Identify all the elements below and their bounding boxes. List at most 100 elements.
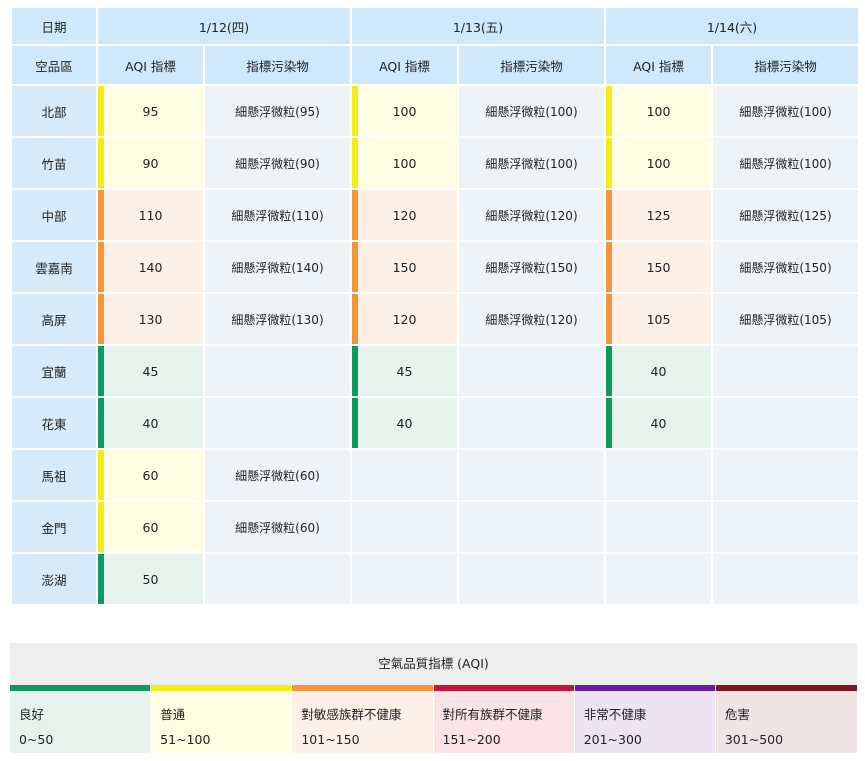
aqi-value-cell [606, 450, 711, 500]
table-row: 金門 60 細懸浮微粒(60) [12, 502, 858, 552]
region-name: 雲嘉南 [12, 242, 96, 292]
region-name: 北部 [12, 86, 96, 136]
aqi-value-cell: 60 [98, 502, 203, 552]
pollutant-text: 細懸浮微粒(100) [485, 156, 578, 171]
aqi-value-cell: 130 [98, 294, 203, 344]
aqi-value: 40 [142, 415, 159, 431]
table-row: 宜蘭 45 45 40 [12, 346, 858, 396]
aqi-value-cell [352, 450, 457, 500]
pollutant-cell [713, 398, 858, 448]
column-header-row: 空品區 AQI 指標 指標污染物 AQI 指標 指標污染物 AQI 指標 指標污… [12, 46, 858, 84]
pollutant-cell: 細懸浮微粒(100) [459, 138, 604, 188]
pollutant-column-header: 指標污染物 [205, 46, 350, 84]
aqi-value-cell: 140 [98, 242, 203, 292]
aqi-value-cell: 120 [352, 190, 457, 240]
aqi-value-cell: 100 [606, 138, 711, 188]
pollutant-cell: 細懸浮微粒(110) [205, 190, 350, 240]
pollutant-cell [713, 450, 858, 500]
aqi-forecast-table: 日期 1/12(四) 1/13(五) 1/14(六) 空品區 AQI 指標 指標… [10, 6, 860, 606]
pollutant-text: 細懸浮微粒(105) [739, 312, 832, 327]
region-name: 宜蘭 [12, 346, 96, 396]
table-row: 澎湖 50 [12, 554, 858, 604]
aqi-value: 125 [646, 207, 671, 223]
pollutant-cell: 細懸浮微粒(60) [205, 502, 350, 552]
aqi-value-cell [606, 554, 711, 604]
aqi-value: 45 [142, 363, 159, 379]
aqi-level-bar [352, 346, 358, 396]
region-name: 澎湖 [12, 554, 96, 604]
aqi-value-cell: 95 [98, 86, 203, 136]
aqi-value: 140 [138, 259, 163, 275]
pollutant-text: 細懸浮微粒(95) [235, 104, 320, 119]
aqi-value-cell: 90 [98, 138, 203, 188]
aqi-value: 40 [396, 415, 413, 431]
region-name: 花東 [12, 398, 96, 448]
pollutant-text: 細懸浮微粒(150) [485, 260, 578, 275]
date-header: 1/12(四) [98, 8, 350, 44]
date-header: 1/13(五) [352, 8, 604, 44]
aqi-value: 60 [142, 467, 159, 483]
pollutant-column-header: 指標污染物 [459, 46, 604, 84]
aqi-legend: 空氣品質指標 (AQI) 良好 0~50 普通 51~100 對敏感族群不健康 101~1… [10, 643, 858, 753]
pollutant-cell: 細懸浮微粒(150) [713, 242, 858, 292]
aqi-level-bar [98, 346, 104, 396]
date-header: 1/14(六) [606, 8, 858, 44]
pollutant-cell: 細懸浮微粒(105) [713, 294, 858, 344]
aqi-value-cell: 100 [606, 86, 711, 136]
pollutant-cell: 細懸浮微粒(100) [713, 138, 858, 188]
aqi-level-bar [606, 86, 612, 136]
legend-range: 201~300 [583, 732, 642, 747]
aqi-value-cell [352, 554, 457, 604]
pollutant-column-header: 指標污染物 [713, 46, 858, 84]
table-row: 高屏 130 細懸浮微粒(130) 120 細懸浮微粒(120) 105 細懸浮微粒(105… [12, 294, 858, 344]
aqi-value-cell: 40 [606, 346, 711, 396]
pollutant-text: 細懸浮微粒(150) [739, 260, 832, 275]
pollutant-cell [459, 554, 604, 604]
aqi-value-cell: 45 [98, 346, 203, 396]
pollutant-text: 細懸浮微粒(60) [235, 520, 320, 535]
aqi-value-cell: 40 [98, 398, 203, 448]
aqi-level-bar [606, 138, 612, 188]
aqi-value-cell: 150 [352, 242, 457, 292]
aqi-value: 40 [650, 415, 667, 431]
aqi-level-bar [606, 346, 612, 396]
aqi-value: 130 [138, 311, 163, 327]
legend-item: 普通 51~100 [151, 685, 292, 753]
aqi-value-cell: 150 [606, 242, 711, 292]
aqi-level-bar [352, 86, 358, 136]
aqi-value: 150 [646, 259, 671, 275]
legend-label: 對敏感族群不健康 [301, 707, 402, 722]
legend-item: 對所有族群不健康 151~200 [433, 685, 574, 753]
region-name: 高屏 [12, 294, 96, 344]
aqi-level-bar [606, 398, 612, 448]
legend-range: 101~150 [301, 732, 360, 747]
aqi-value: 60 [142, 519, 159, 535]
pollutant-cell: 細懸浮微粒(125) [713, 190, 858, 240]
aqi-value-cell: 120 [352, 294, 457, 344]
table-row: 雲嘉南 140 細懸浮微粒(140) 150 細懸浮微粒(150) 150 細懸浮微粒(15… [12, 242, 858, 292]
legend-label: 良好 [19, 707, 45, 722]
legend-row: 良好 0~50 普通 51~100 對敏感族群不健康 101~150 對所有族群不健康 151… [10, 685, 858, 753]
region-column-header: 空品區 [12, 46, 96, 84]
aqi-level-bar [98, 502, 104, 552]
pollutant-cell: 細懸浮微粒(120) [459, 190, 604, 240]
pollutant-cell: 細懸浮微粒(150) [459, 242, 604, 292]
aqi-value-cell: 110 [98, 190, 203, 240]
aqi-value: 120 [392, 311, 417, 327]
region-name: 中部 [12, 190, 96, 240]
aqi-value: 105 [646, 311, 671, 327]
aqi-level-bar [606, 294, 612, 344]
aqi-value-cell: 125 [606, 190, 711, 240]
legend-label: 普通 [160, 707, 186, 722]
aqi-value: 40 [650, 363, 667, 379]
aqi-value: 120 [392, 207, 417, 223]
aqi-level-bar [98, 450, 104, 500]
aqi-level-bar [352, 294, 358, 344]
pollutant-text: 細懸浮微粒(90) [235, 156, 320, 171]
pollutant-cell [713, 346, 858, 396]
pollutant-cell [205, 398, 350, 448]
pollutant-cell [713, 554, 858, 604]
aqi-value-cell [352, 502, 457, 552]
legend-label: 危害 [724, 707, 750, 722]
aqi-value-cell: 45 [352, 346, 457, 396]
